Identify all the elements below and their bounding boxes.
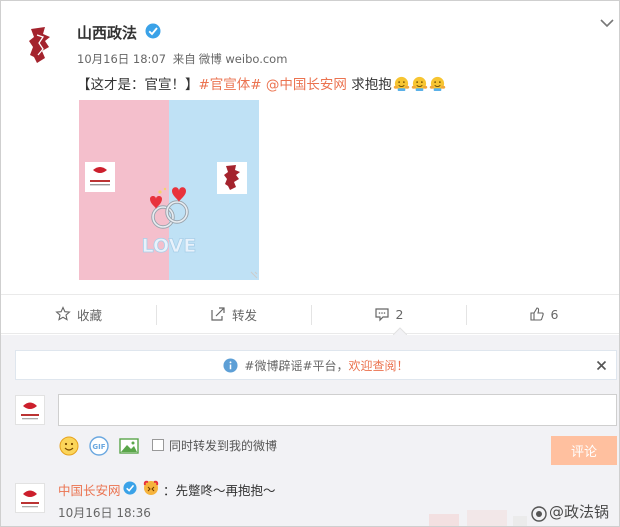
image-upload-icon[interactable] [118,435,140,457]
hashtag-link[interactable]: #官宣体# [199,73,262,93]
close-icon[interactable] [595,359,608,372]
post-meta: 10月16日 18:07 来自 微博 weibo.com [77,51,290,67]
changan-logo-icon [21,490,39,508]
post-timestamp[interactable]: 10月16日 18:07 [77,52,166,66]
rumor-notice-bar[interactable]: #微博辟谣#平台， 欢迎查阅！ [15,350,617,380]
gif-icon: GIF [89,436,109,456]
comment-input[interactable] [58,394,617,426]
like-button[interactable]: 6 [466,295,619,333]
post-text: 【这才是：官宣！】 #官宣体# @中国长安网 求抱抱 [77,73,446,93]
repost-checkbox[interactable] [152,439,164,451]
changan-logo-image [85,162,115,192]
hug-emoji-icon [429,76,445,91]
watermark-text: @政法锅 [549,503,610,521]
submit-comment-button[interactable]: 评论 [551,436,617,465]
comment-text: ：先蹩咚～再抱抱～ [163,483,276,498]
post-text-suffix: 求抱抱 [351,77,392,93]
repost-label: 转发 [231,307,257,323]
gif-button[interactable]: GIF [88,435,110,457]
current-user-avatar[interactable] [15,395,45,425]
repost-button[interactable]: 转发 [156,295,311,333]
post-source-prefix: 来自 [172,52,196,66]
post-text-prefix: 【这才是：官宣！】 [77,77,199,93]
like-count: 6 [550,306,559,322]
member-badge-icon [143,480,159,495]
thumbs-up-icon [529,307,544,321]
post-author-name[interactable]: 山西政法 [77,22,137,43]
comment-timestamp: 10月16日 18:36 [58,506,151,520]
verified-badge-icon [123,481,137,495]
post-source[interactable]: 微博 weibo.com [199,52,288,66]
comment-pointer-caret [393,327,407,335]
image-love-text: LOVE [142,235,197,257]
notice-text: #微博辟谣#平台， [244,358,349,373]
star-icon [55,306,71,321]
comment-author-name[interactable]: 中国长安网 [58,480,121,499]
favorite-button[interactable]: 收藏 [1,295,156,333]
shanxi-logo-image [217,162,247,194]
comment-icon [374,308,389,322]
repost-icon [211,307,225,321]
emoji-icon[interactable] [58,435,80,457]
mention-link[interactable]: @中国长安网 [266,73,347,93]
shanxi-zhengfa-avatar[interactable] [23,25,59,65]
hug-emoji-icon [411,76,427,91]
comment-button[interactable]: 2 [311,295,466,333]
verified-badge-icon [145,23,161,39]
hug-emoji-icon [393,76,409,91]
favorite-label: 收藏 [76,307,102,323]
changan-logo-icon [21,402,39,420]
repost-checkbox-label: 同时转发到我的微博 [169,439,278,453]
chevron-down-icon[interactable] [599,17,615,29]
notice-link[interactable]: 欢迎查阅！ [349,357,409,374]
weibo-post-card: 山西政法 10月16日 18:07 来自 微博 weibo.com 【这才是：官宣… [0,0,620,527]
post-image[interactable]: LOVE [79,100,259,280]
comment-count: 2 [395,306,404,322]
commenter-avatar[interactable] [15,483,45,513]
gif-label: GIF [92,443,105,451]
info-icon [223,357,238,373]
post-action-bar: 收藏 转发 2 6 [1,294,619,334]
